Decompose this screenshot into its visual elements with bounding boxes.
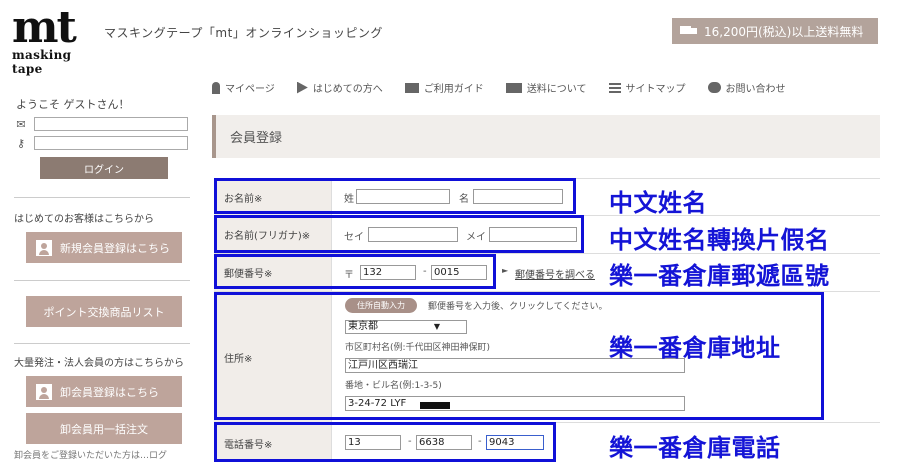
sidebar: ようこそ ゲストさん！ ✉ ⚷ ログイン はじめてのお客様はこちらから 新規会員… [14,96,190,461]
nav-first-time[interactable]: はじめての方へ [296,80,383,95]
login-email-input[interactable] [34,117,188,131]
mail-icon: ✉ [16,117,26,131]
truck-icon [505,82,522,93]
wholesale-order-button[interactable]: 卸会員用一括注文 [26,413,182,444]
person-icon [212,81,220,94]
annotation-text-phone: 樂一番倉庫電話 [609,434,781,462]
nav-label: お問い合わせ [725,84,786,95]
free-shipping-text: 16,200円(税込)以上送料無料 [704,24,864,39]
nav-label: 送料について [526,84,587,95]
nav-label: サイトマップ [625,84,686,95]
annotation-text-name: 中文姓名 [609,189,707,217]
annotation-text-postal: 樂一番倉庫郵遞區號 [609,262,830,290]
site-title: マスキングテープ「mt」オンラインショッピング [104,26,383,40]
nav-shipping[interactable]: 送料について [505,80,587,95]
logo-mark: mt [12,2,77,53]
annotation-text-furigana: 中文姓名轉換片假名 [609,226,830,254]
wholesale-register-label: 卸会員登録はこちら [60,385,159,399]
key-icon: ⚷ [16,136,26,150]
free-shipping-banner[interactable]: 16,200円(税込)以上送料無料 [672,18,878,44]
nav-mypage[interactable]: マイページ [212,80,275,95]
logo-subtitle: masking tape [12,48,72,76]
shop-icon [36,383,52,400]
divider [14,343,190,344]
arrow-icon [296,81,308,94]
annotation-box-furigana [214,215,584,253]
points-list-button[interactable]: ポイント交換商品リスト [26,296,182,327]
arrow-right-icon: ► [502,266,509,275]
divider [14,280,190,281]
truck-icon [680,25,698,37]
nav-guide[interactable]: ご利用ガイド [404,80,484,95]
nav-contact[interactable]: お問い合わせ [707,80,786,95]
login-password-row: ⚷ [14,136,190,150]
top-nav: マイページ はじめての方へ ご利用ガイド 送料について サイトマップ お問い合わ… [212,80,786,95]
login-button[interactable]: ログイン [40,157,168,179]
list-icon [608,82,621,93]
speech-bubble-icon [707,82,721,93]
login-password-input[interactable] [34,136,188,150]
page-title: 会員登録 [212,115,880,158]
first-time-heading: はじめてのお客様はこちらから [14,214,154,225]
wholesale-register-button[interactable]: 卸会員登録はこちら [26,376,182,407]
register-button-label: 新規会員登録はこちら [60,241,170,255]
postal-lookup-link[interactable]: 郵便番号を調べる [515,266,595,281]
mt-logo[interactable]: mt masking tape [12,2,98,77]
annotation-box-postal [214,254,496,289]
login-email-row: ✉ [14,117,190,131]
nav-label: はじめての方へ [312,84,383,95]
person-icon [36,239,52,256]
book-icon [404,82,419,93]
nav-label: マイページ [225,84,275,95]
new-member-register-button[interactable]: 新規会員登録はこちら [26,232,182,263]
annotation-box-name [214,178,576,214]
bulk-order-heading: 大量発注・法人会員の方はこちらから [14,358,184,369]
sidebar-footnote: 卸会員をご登録いただいた方は…ログ [14,451,168,461]
nav-label: ご利用ガイド [423,84,484,95]
welcome-text: ようこそ ゲストさん！ [16,98,130,111]
annotation-text-address: 樂一番倉庫地址 [609,334,781,362]
nav-sitemap[interactable]: サイトマップ [608,80,686,95]
divider [14,197,190,198]
annotation-box-phone [214,422,556,462]
